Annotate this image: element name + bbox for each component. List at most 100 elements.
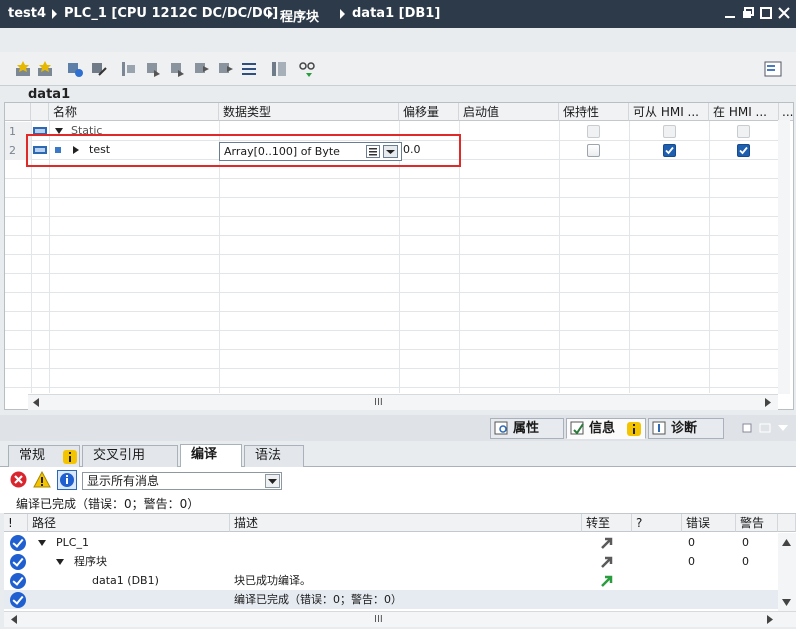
column-header-path[interactable]: 路径 — [28, 514, 230, 532]
column-header-help[interactable]: ? — [632, 514, 682, 532]
row-number: 2 — [5, 141, 31, 160]
glasses-icon[interactable] — [298, 60, 316, 78]
column-header-errors[interactable]: 错误 — [682, 514, 736, 532]
message-filter-select[interactable]: 显示所有消息 — [82, 472, 282, 490]
row-name[interactable]: test — [89, 141, 110, 159]
message-row[interactable]: data1 (DB1) 块已成功编译。 — [4, 571, 778, 590]
column-header-warnings[interactable]: 警告 — [736, 514, 778, 532]
column-header-start-value[interactable]: 启动值 — [459, 103, 559, 121]
snapshot-icon[interactable] — [120, 60, 138, 78]
column-header-hmi-access[interactable]: 可从 HMI ... — [629, 103, 709, 121]
edit-icon[interactable] — [90, 60, 108, 78]
datatype-field[interactable]: Array[0..100] of Byte — [219, 142, 402, 161]
ok-icon — [10, 554, 26, 570]
datatype-value: Array[0..100] of Byte — [224, 145, 340, 158]
properties-panel-icon[interactable] — [764, 60, 782, 78]
scroll-up-icon[interactable] — [782, 539, 791, 546]
info-tab-icon — [570, 421, 584, 435]
insert-row-icon[interactable] — [14, 60, 32, 78]
scroll-left-icon[interactable] — [32, 398, 40, 407]
column-header-retain[interactable]: 保持性 — [559, 103, 629, 121]
message-path: data1 (DB1) — [92, 574, 159, 587]
breadcrumb-project[interactable]: test4 — [8, 6, 46, 21]
tab-compile[interactable]: 编译 — [180, 444, 242, 468]
collapse-arrow-icon[interactable] — [56, 559, 64, 565]
warning-filter-icon[interactable] — [33, 471, 51, 488]
row-number: 1 — [5, 122, 31, 141]
column-header-more: ... — [779, 103, 793, 121]
chevron-down-icon[interactable] — [265, 474, 280, 488]
tab-info[interactable]: 信息 — [566, 418, 646, 439]
scroll-grip[interactable]: III — [374, 612, 383, 627]
list-view-icon[interactable] — [240, 60, 258, 78]
scroll-grip[interactable]: III — [374, 395, 383, 410]
hmi-access-checkbox[interactable] — [663, 144, 676, 157]
message-horizontal-scrollbar[interactable]: III — [4, 611, 796, 627]
close-icon[interactable] — [778, 7, 790, 19]
info-filter-icon[interactable] — [57, 470, 77, 490]
scroll-right-icon[interactable] — [766, 615, 774, 624]
tab-label: 信息 — [589, 421, 616, 436]
message-vertical-scrollbar[interactable] — [778, 533, 796, 612]
column-header-offset[interactable]: 偏移量 — [399, 103, 459, 121]
maximize-icon[interactable] — [760, 7, 772, 19]
message-warnings: 0 — [742, 536, 749, 549]
chevron-down-icon[interactable] — [383, 145, 398, 158]
message-row[interactable]: PLC_1 0 0 — [4, 533, 778, 552]
diagnostics-icon — [652, 421, 666, 435]
tab-properties[interactable]: 属性 — [490, 418, 564, 439]
scroll-down-icon[interactable] — [782, 599, 791, 606]
hmi-visible-checkbox[interactable] — [737, 144, 750, 157]
copy-snapshot-icon[interactable] — [144, 60, 162, 78]
breadcrumb-folder[interactable]: 程序块 — [280, 6, 319, 25]
transfer-all-icon[interactable] — [216, 60, 234, 78]
block-editor-toolbar — [0, 52, 796, 86]
expand-all-icon[interactable] — [66, 60, 84, 78]
breadcrumb-block[interactable]: data1 [DB1] — [352, 6, 440, 21]
add-row-icon[interactable] — [36, 60, 54, 78]
restore-icon[interactable] — [742, 7, 754, 19]
message-row[interactable]: 编译已完成（错误：0；警告：0） — [4, 590, 778, 609]
column-header-hmi-visible[interactable]: 在 HMI ... — [709, 103, 779, 121]
datatype-list-icon[interactable] — [366, 145, 380, 158]
column-header-description[interactable]: 描述 — [230, 514, 582, 532]
scroll-right-icon[interactable] — [764, 398, 772, 407]
panel-controls-icon[interactable] — [742, 422, 792, 434]
column-header-goto[interactable]: 转至 — [582, 514, 632, 532]
scroll-left-icon[interactable] — [10, 615, 18, 624]
collapse-arrow-icon[interactable] — [38, 540, 46, 546]
retain-checkbox — [587, 125, 600, 138]
tab-syntax[interactable]: 语法 — [244, 445, 304, 467]
retain-checkbox[interactable] — [587, 144, 600, 157]
breadcrumb-device[interactable]: PLC_1 [CPU 1212C DC/DC/DC] — [64, 6, 278, 21]
tab-general[interactable]: 常规 — [8, 445, 80, 467]
message-row[interactable]: 程序块 0 0 — [4, 552, 778, 571]
load-start-values-icon[interactable] — [168, 60, 186, 78]
expand-arrow-icon[interactable] — [73, 146, 79, 154]
message-table: ! 路径 描述 转至 ? 错误 警告 PLC_1 0 0 程序块 0 0 dat… — [4, 513, 796, 612]
goto-arrow-icon[interactable] — [600, 536, 614, 550]
column-header-name[interactable]: 名称 — [49, 103, 219, 121]
db-editor-grid: 名称 数据类型 偏移量 启动值 保持性 可从 HMI ... 在 HMI ...… — [4, 102, 794, 410]
transfer-icon[interactable] — [192, 60, 210, 78]
column-header-severity[interactable]: ! — [4, 514, 28, 532]
error-filter-icon[interactable] — [10, 471, 27, 488]
db-variable-icon — [33, 146, 47, 154]
row-name[interactable]: Static — [71, 122, 102, 140]
tab-diagnostics[interactable]: 诊断 — [648, 418, 724, 439]
monitor-all-icon[interactable] — [270, 60, 288, 78]
minimize-icon[interactable] — [724, 7, 736, 19]
info-badge-icon — [63, 450, 77, 464]
message-description: 编译已完成（错误：0；警告：0） — [234, 593, 402, 606]
ok-icon — [10, 592, 26, 608]
grid-horizontal-scrollbar[interactable]: III — [28, 394, 778, 410]
goto-arrow-icon[interactable] — [600, 555, 614, 569]
message-errors: 0 — [688, 536, 695, 549]
grid-vertical-scrollbar[interactable] — [778, 120, 790, 394]
collapse-arrow-icon[interactable] — [55, 128, 63, 134]
info-badge-icon — [627, 422, 641, 436]
ok-icon — [10, 573, 26, 589]
tab-cross-references[interactable]: 交叉引用 — [82, 445, 178, 467]
goto-arrow-icon[interactable] — [600, 574, 614, 588]
column-header-datatype[interactable]: 数据类型 — [219, 103, 399, 121]
